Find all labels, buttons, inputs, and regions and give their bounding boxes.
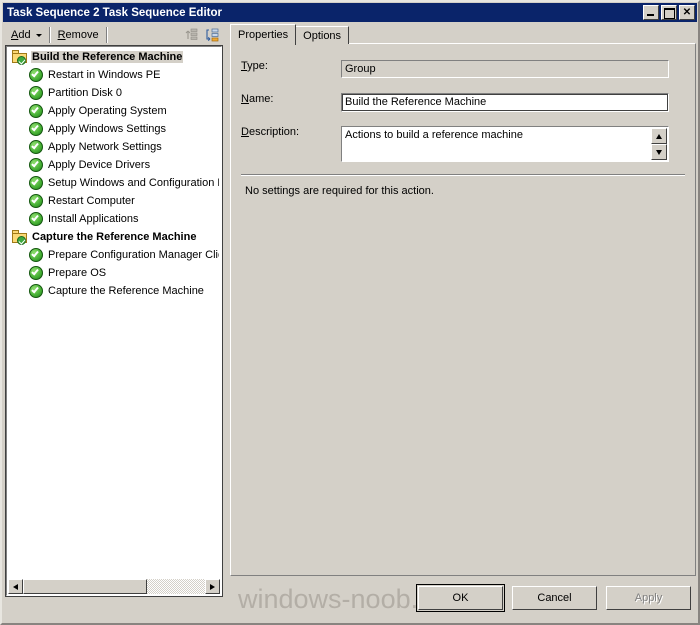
green-check-icon (28, 175, 44, 191)
tree-item-label: Prepare Configuration Manager Client (48, 249, 219, 261)
triangle-up-icon (656, 133, 662, 139)
close-icon: ✕ (682, 6, 692, 18)
tree-item-label: Apply Operating System (48, 105, 167, 117)
green-check-icon (28, 121, 44, 137)
green-check-icon (28, 247, 44, 263)
type-field: Group (341, 60, 669, 78)
tree-item-label: Prepare OS (48, 267, 107, 279)
name-row: Name: Build the Reference Machine (241, 93, 685, 112)
remove-button-label: Remove (57, 29, 99, 41)
close-button[interactable]: ✕ (679, 5, 695, 20)
tab-options-label: Options (303, 29, 342, 42)
tree-item[interactable]: Capture the Reference Machine (8, 282, 219, 300)
tree-item[interactable]: Restart Computer (8, 192, 219, 210)
apply-button[interactable]: Apply (606, 586, 691, 610)
folder-check-icon (12, 49, 28, 65)
tree-item-label: Apply Network Settings (48, 141, 162, 153)
window-controls: ✕ (643, 5, 695, 20)
green-check-icon (28, 139, 44, 155)
tree-item[interactable]: Prepare OS (8, 264, 219, 282)
no-settings-note: No settings are required for this action… (245, 185, 434, 197)
tab-strip: Properties Options (230, 24, 350, 45)
tree-item[interactable]: Partition Disk 0 (8, 84, 219, 102)
tree-item[interactable]: Apply Windows Settings (8, 120, 219, 138)
tree-item[interactable]: Install Applications (8, 210, 219, 228)
description-text: Actions to build a reference machine (345, 129, 523, 141)
description-input[interactable]: Actions to build a reference machine (341, 126, 669, 162)
title-bar[interactable]: Task Sequence 2 Task Sequence Editor ✕ (3, 3, 697, 22)
apply-button-label: Apply (634, 592, 663, 604)
green-check-icon (28, 193, 44, 209)
tab-properties[interactable]: Properties (230, 24, 297, 45)
green-check-icon (28, 211, 44, 227)
scroll-down-button[interactable] (651, 144, 667, 160)
task-sequence-tree[interactable]: Build the Reference Machine Restart in Wi… (5, 45, 223, 597)
tree-item[interactable]: Apply Operating System (8, 102, 219, 120)
description-vertical-scrollbar[interactable] (651, 128, 667, 160)
move-item-icon[interactable] (182, 25, 202, 45)
tab-options[interactable]: Options (295, 26, 350, 44)
ok-button-label: OK (452, 592, 469, 604)
tree-item-label: Restart Computer (48, 195, 135, 207)
type-row: Type: Group (241, 60, 685, 78)
chevron-down-icon (35, 33, 42, 37)
green-check-icon (28, 265, 44, 281)
tree-item[interactable]: Restart in Windows PE (8, 66, 219, 84)
dialog-footer: windows-noob.com OK Cancel Apply (2, 579, 698, 623)
name-label: Name: (241, 93, 274, 105)
tree-item[interactable]: Setup Windows and Configuration Manager (8, 174, 219, 192)
tree-toolbar: Add Remove (6, 24, 222, 46)
green-check-icon (28, 157, 44, 173)
tree-item-label: Build the Reference Machine (31, 51, 184, 63)
type-label: Type: (241, 60, 268, 72)
toolbar-separator-1 (48, 27, 51, 43)
tree-item-label: Capture the Reference Machine (32, 231, 197, 243)
cancel-button[interactable]: Cancel (512, 586, 597, 610)
tree-item-label: Install Applications (48, 213, 139, 225)
tree-item-label: Capture the Reference Machine (48, 285, 204, 297)
ok-button[interactable]: OK (416, 584, 505, 612)
maximize-button[interactable] (661, 5, 677, 20)
toolbar-separator-2 (105, 27, 108, 43)
task-sequence-pane: Add Remove Build the Reference Machine R… (5, 24, 223, 597)
green-check-icon (28, 67, 44, 83)
tree-item[interactable]: Apply Device Drivers (8, 156, 219, 174)
cancel-button-label: Cancel (537, 592, 572, 604)
tree-item[interactable]: Build the Reference Machine (8, 48, 219, 66)
section-divider (241, 174, 685, 176)
tab-properties-label: Properties (238, 29, 289, 41)
window-title: Task Sequence 2 Task Sequence Editor (7, 6, 222, 19)
tree-item[interactable]: Prepare Configuration Manager Client (8, 246, 219, 264)
green-check-icon (28, 85, 44, 101)
properties-panel: Type: Group Name: Build the Reference Ma… (230, 43, 696, 576)
reorder-item-icon[interactable] (202, 25, 222, 45)
add-button-label: Add (11, 29, 31, 41)
task-sequence-editor-window: Task Sequence 2 Task Sequence Editor ✕ A… (0, 0, 700, 625)
tree-item-label: Apply Device Drivers (48, 159, 151, 171)
tree-item-label: Restart in Windows PE (48, 69, 161, 81)
details-pane: Properties Options Type: Group Name: Bui… (230, 24, 696, 576)
green-check-icon (28, 103, 44, 119)
folder-check-icon (12, 229, 28, 245)
triangle-down-icon (656, 149, 662, 155)
green-check-icon (28, 283, 44, 299)
tree-item-list: Build the Reference Machine Restart in Wi… (8, 48, 219, 580)
name-input[interactable]: Build the Reference Machine (341, 93, 669, 112)
minimize-button[interactable] (643, 5, 659, 20)
tree-item[interactable]: Capture the Reference Machine (8, 228, 219, 246)
tree-item-label: Apply Windows Settings (48, 123, 166, 135)
description-label: Description: (241, 126, 300, 138)
tree-item-label: Partition Disk 0 (48, 87, 122, 99)
scroll-up-button[interactable] (651, 128, 667, 144)
tree-item-label: Setup Windows and Configuration Manager (48, 177, 219, 189)
remove-button[interactable]: Remove (53, 25, 104, 45)
add-button[interactable]: Add (6, 25, 47, 45)
tree-item[interactable]: Apply Network Settings (8, 138, 219, 156)
description-row: Description: Actions to build a referenc… (241, 126, 685, 162)
